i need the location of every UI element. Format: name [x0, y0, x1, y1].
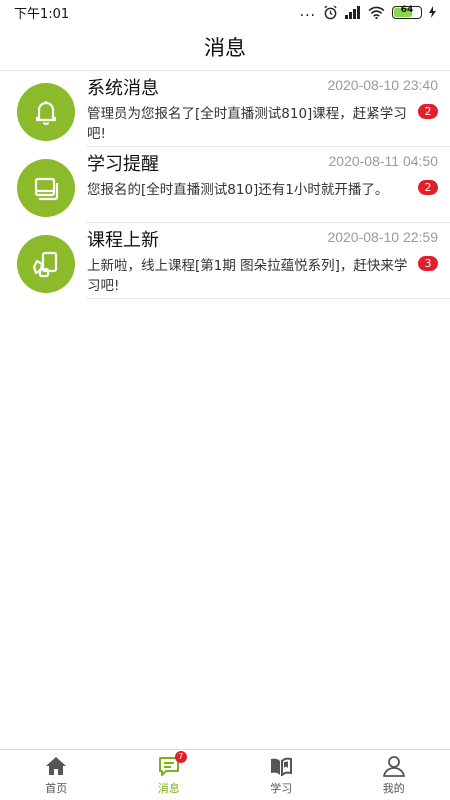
home-icon [46, 756, 67, 775]
status-time: 下午1:01 [14, 6, 70, 22]
alarm-icon [324, 4, 337, 19]
message-body: 学习提醒 2020-08-11 04:50 您报名的[全时直播测试810]还有1… [86, 147, 450, 223]
study-book-icon [271, 757, 293, 776]
tab-home[interactable]: 首页 [0, 750, 113, 800]
message-text: 您报名的[全时直播测试810]还有1小时就开播了。 [87, 182, 389, 198]
message-time: 2020-08-11 04:50 [328, 153, 439, 169]
page-title: 消息 [204, 36, 246, 60]
book-icon [17, 159, 75, 217]
tab-profile[interactable]: 我的 [338, 750, 450, 800]
status-bar: 下午1:01 ... 64 [0, 0, 450, 24]
message-time: 2020-08-10 22:59 [327, 229, 438, 245]
tab-label: 首页 [45, 781, 68, 795]
wifi-icon [368, 6, 385, 19]
message-time: 2020-08-10 23:40 [327, 77, 438, 93]
message-item-system[interactable]: 系统消息 2020-08-10 23:40 管理员为您报名了[全时直播测试810… [0, 71, 450, 147]
tab-label: 我的 [382, 781, 405, 795]
message-text: 上新啦，线上课程[第1期 图朵拉蕴悦系列]，赶快来学习吧! [87, 258, 408, 294]
status-icons: ... 64 [300, 4, 436, 20]
message-item-new-course[interactable]: 课程上新 2020-08-10 22:59 上新啦，线上课程[第1期 图朵拉蕴悦… [0, 223, 450, 299]
message-title: 系统消息 [87, 78, 159, 99]
unread-badge: 2 [418, 180, 438, 195]
nav-header: 消息 [0, 24, 450, 71]
new-course-icon [17, 235, 75, 293]
bottom-tab-bar: 首页 7 消息 学习 我的 [0, 749, 450, 800]
tab-messages[interactable]: 7 消息 [113, 750, 226, 800]
charging-icon [429, 6, 436, 18]
tab-label: 消息 [157, 781, 180, 795]
message-text: 管理员为您报名了[全时直播测试810]课程，赶紧学习吧! [87, 106, 407, 142]
message-title: 学习提醒 [87, 154, 159, 175]
message-item-study-reminder[interactable]: 学习提醒 2020-08-11 04:50 您报名的[全时直播测试810]还有1… [0, 147, 450, 223]
unread-badge: 2 [418, 104, 438, 119]
tab-badge: 7 [174, 750, 187, 763]
tab-study[interactable]: 学习 [225, 750, 338, 800]
signal-icon [345, 5, 360, 19]
message-body: 系统消息 2020-08-10 23:40 管理员为您报名了[全时直播测试810… [86, 71, 450, 147]
profile-icon [382, 755, 405, 777]
message-body: 课程上新 2020-08-10 22:59 上新啦，线上课程[第1期 图朵拉蕴悦… [86, 223, 450, 299]
unread-badge: 3 [418, 256, 438, 271]
message-list: 系统消息 2020-08-10 23:40 管理员为您报名了[全时直播测试810… [0, 71, 450, 299]
tab-label: 学习 [270, 781, 293, 795]
message-title: 课程上新 [87, 230, 159, 251]
bell-icon [17, 83, 75, 141]
battery-level: 64 [400, 4, 414, 15]
battery-icon: 64 [392, 4, 422, 19]
more-dots-icon: ... [299, 4, 316, 20]
